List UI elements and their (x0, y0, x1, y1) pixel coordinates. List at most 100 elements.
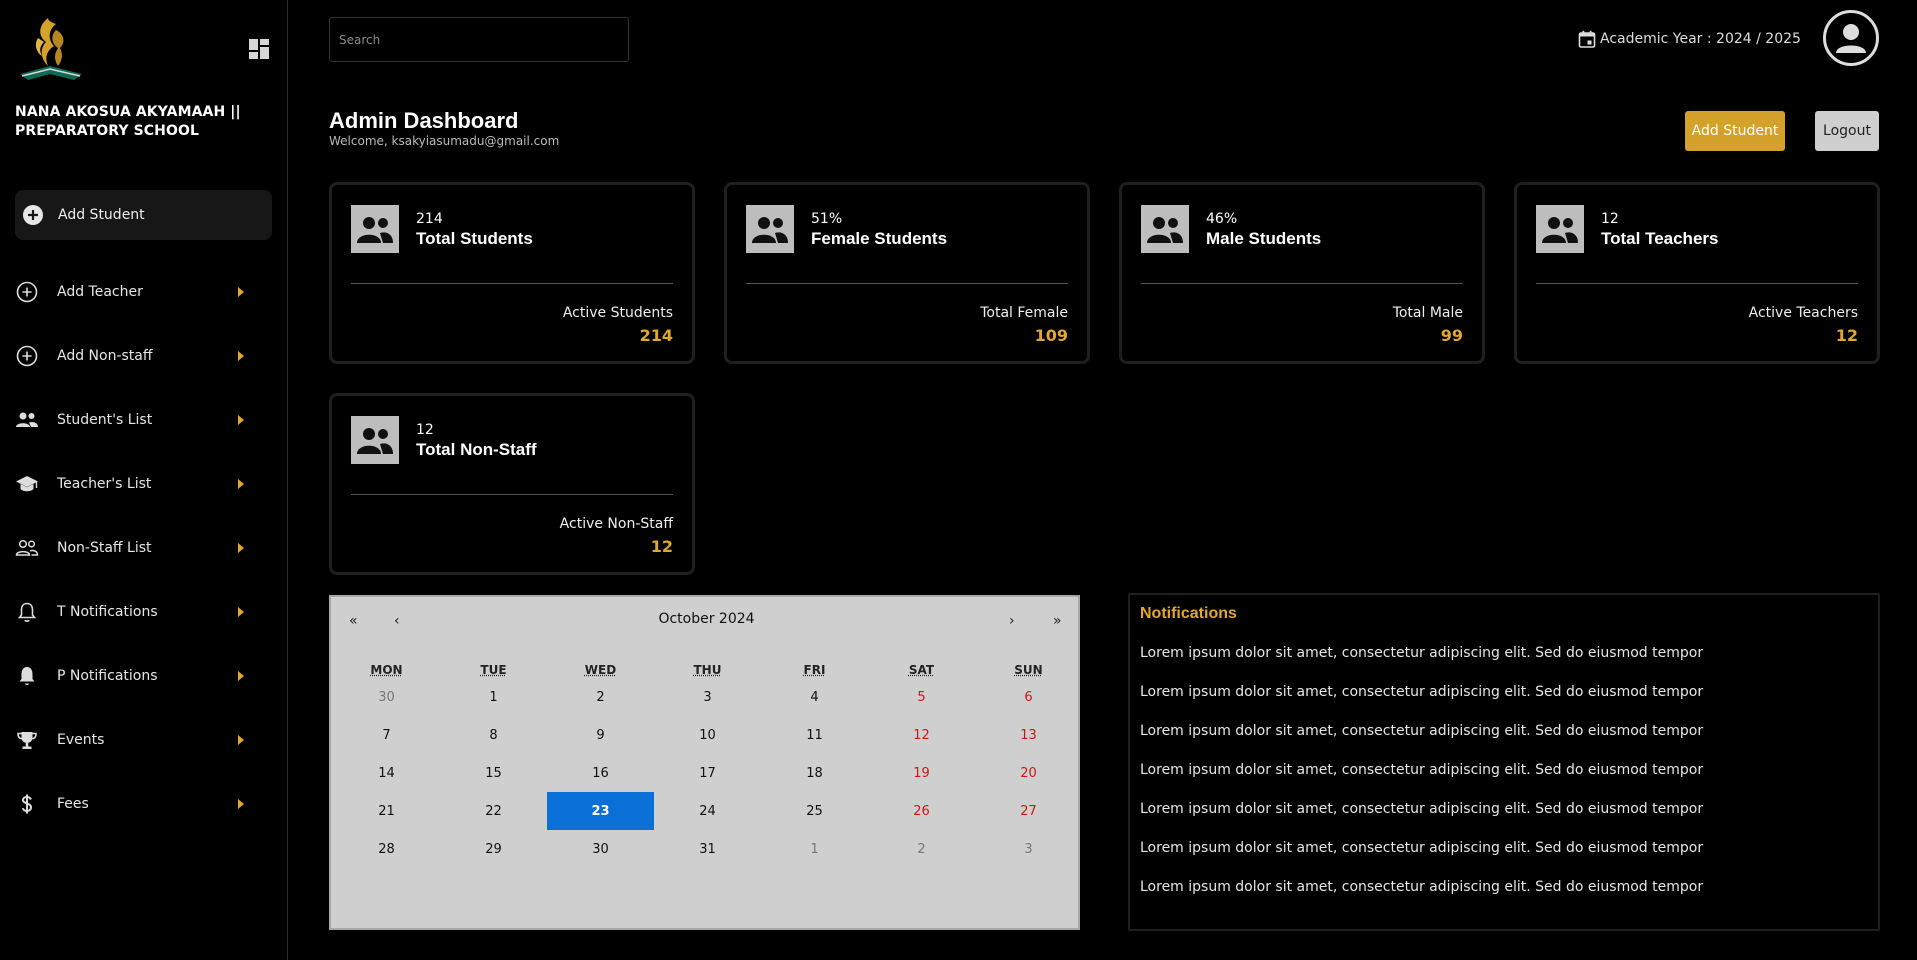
calendar-day[interactable]: 15 (440, 754, 547, 792)
user-avatar[interactable] (1823, 10, 1879, 66)
sidebar-item-label: Teacher's List (57, 476, 152, 492)
stat-sub-label: Total Female (980, 305, 1068, 321)
notification-item[interactable]: Lorem ipsum dolor sit amet, consectetur … (1140, 762, 1703, 801)
sidebar-menu: Add Teacher Add Non-staff Student's List… (0, 260, 288, 836)
calendar-day[interactable]: 21 (333, 792, 440, 830)
calendar-day[interactable]: 28 (333, 830, 440, 868)
calendar-day[interactable]: 17 (654, 754, 761, 792)
sidebar-item-students-list[interactable]: Student's List (0, 388, 288, 452)
calendar-day[interactable]: 10 (654, 716, 761, 754)
stat-sub-value: 12 (1835, 326, 1858, 345)
sidebar-add-student[interactable]: Add Student (15, 190, 272, 240)
welcome-text: Welcome, ksakyiasumadu@gmail.com (329, 134, 560, 148)
calendar-day[interactable]: 26 (868, 792, 975, 830)
sidebar: NANA AKOSUA AKYAMAAH || PREPARATORY SCHO… (0, 0, 288, 960)
graduation-cap-icon (15, 472, 39, 496)
stat-label: Total Students (416, 229, 533, 248)
sidebar-item-teachers-list[interactable]: Teacher's List (0, 452, 288, 516)
stat-value: 46% (1206, 211, 1238, 227)
add-student-button[interactable]: Add Student (1685, 111, 1785, 151)
stat-sub-label: Active Non-Staff (559, 516, 673, 532)
sidebar-item-label: Add Teacher (57, 284, 143, 300)
calendar-day[interactable]: 4 (761, 678, 868, 716)
page-title: Admin Dashboard (329, 108, 519, 133)
calendar-next-year-button[interactable]: » (1053, 613, 1062, 629)
calendar-day[interactable]: 18 (761, 754, 868, 792)
sidebar-item-events[interactable]: Events (0, 708, 288, 772)
calendar-day[interactable]: 1 (440, 678, 547, 716)
stat-sub-value: 214 (639, 326, 673, 345)
calendar-day[interactable]: 30 (333, 678, 440, 716)
user-icon (1836, 24, 1866, 53)
divider (1536, 283, 1858, 284)
stat-label: Female Students (811, 229, 948, 248)
caret-right-icon (238, 543, 244, 553)
add-circle-icon (15, 344, 39, 368)
divider (351, 283, 673, 284)
calendar-day[interactable]: 29 (440, 830, 547, 868)
weekday-label: TUE (480, 663, 507, 677)
notification-item[interactable]: Lorem ipsum dolor sit amet, consectetur … (1140, 645, 1703, 684)
calendar-day[interactable]: 27 (975, 792, 1082, 830)
calendar-day[interactable]: 31 (654, 830, 761, 868)
calendar-month-label[interactable]: October 2024 (331, 611, 1082, 627)
calendar-next-month-button[interactable]: › (1009, 613, 1015, 629)
stat-value: 12 (1601, 211, 1619, 227)
calendar-day[interactable]: 24 (654, 792, 761, 830)
group-icon (351, 416, 399, 464)
group-icon (746, 205, 794, 253)
calendar-day[interactable]: 3 (654, 678, 761, 716)
calendar-day[interactable]: 9 (547, 716, 654, 754)
notifications-panel: Notifications Lorem ipsum dolor sit amet… (1128, 593, 1880, 931)
sidebar-item-add-teacher[interactable]: Add Teacher (0, 260, 288, 324)
logout-button[interactable]: Logout (1815, 111, 1879, 151)
sidebar-item-label: Events (57, 732, 105, 748)
dashboard-toggle-icon[interactable] (248, 38, 270, 60)
notification-item[interactable]: Lorem ipsum dolor sit amet, consectetur … (1140, 879, 1703, 918)
calendar-week: 30 1 2 3 4 5 6 (333, 678, 1082, 716)
calendar-day[interactable]: 2 (868, 830, 975, 868)
calendar-day[interactable]: 12 (868, 716, 975, 754)
calendar-day[interactable]: 20 (975, 754, 1082, 792)
calendar-day[interactable]: 16 (547, 754, 654, 792)
weekday-label: SAT (908, 663, 935, 677)
calendar-day[interactable]: 2 (547, 678, 654, 716)
calendar-day[interactable]: 19 (868, 754, 975, 792)
calendar-day[interactable]: 14 (333, 754, 440, 792)
sidebar-item-p-notifications[interactable]: P Notifications (0, 644, 288, 708)
calendar-day-selected[interactable]: 23 (547, 792, 654, 830)
notification-item[interactable]: Lorem ipsum dolor sit amet, consectetur … (1140, 684, 1703, 723)
notification-item[interactable]: Lorem ipsum dolor sit amet, consectetur … (1140, 840, 1703, 879)
calendar-day[interactable]: 13 (975, 716, 1082, 754)
weekday-label: SUN (1014, 663, 1043, 677)
calendar-day[interactable]: 22 (440, 792, 547, 830)
sidebar-item-label: Fees (57, 796, 89, 812)
add-circle-icon (15, 280, 39, 304)
calendar-day[interactable]: 8 (440, 716, 547, 754)
calendar-day[interactable]: 25 (761, 792, 868, 830)
sidebar-item-t-notifications[interactable]: T Notifications (0, 580, 288, 644)
notifications-title: Notifications (1140, 605, 1237, 622)
calendar-day[interactable]: 7 (333, 716, 440, 754)
sidebar-item-add-non-staff[interactable]: Add Non-staff (0, 324, 288, 388)
calendar-day[interactable]: 11 (761, 716, 868, 754)
stat-card-male-students: 46% Male Students Total Male 99 (1119, 182, 1485, 364)
caret-right-icon (238, 351, 244, 361)
search-input[interactable] (329, 17, 629, 62)
caret-right-icon (238, 735, 244, 745)
calendar-day[interactable]: 3 (975, 830, 1082, 868)
stat-card-total-teachers: 12 Total Teachers Active Teachers 12 (1514, 182, 1880, 364)
sidebar-item-fees[interactable]: Fees (0, 772, 288, 836)
bell-outline-icon (15, 600, 39, 624)
notification-item[interactable]: Lorem ipsum dolor sit amet, consectetur … (1140, 801, 1703, 840)
stat-value: 51% (811, 211, 843, 227)
caret-right-icon (238, 799, 244, 809)
calendar-day[interactable]: 1 (761, 830, 868, 868)
sidebar-item-non-staff-list[interactable]: Non-Staff List (0, 516, 288, 580)
calendar-day[interactable]: 30 (547, 830, 654, 868)
stat-label: Total Teachers (1601, 229, 1719, 248)
notification-item[interactable]: Lorem ipsum dolor sit amet, consectetur … (1140, 723, 1703, 762)
sidebar-item-label: Student's List (57, 412, 153, 428)
calendar-day[interactable]: 5 (868, 678, 975, 716)
calendar-day[interactable]: 6 (975, 678, 1082, 716)
